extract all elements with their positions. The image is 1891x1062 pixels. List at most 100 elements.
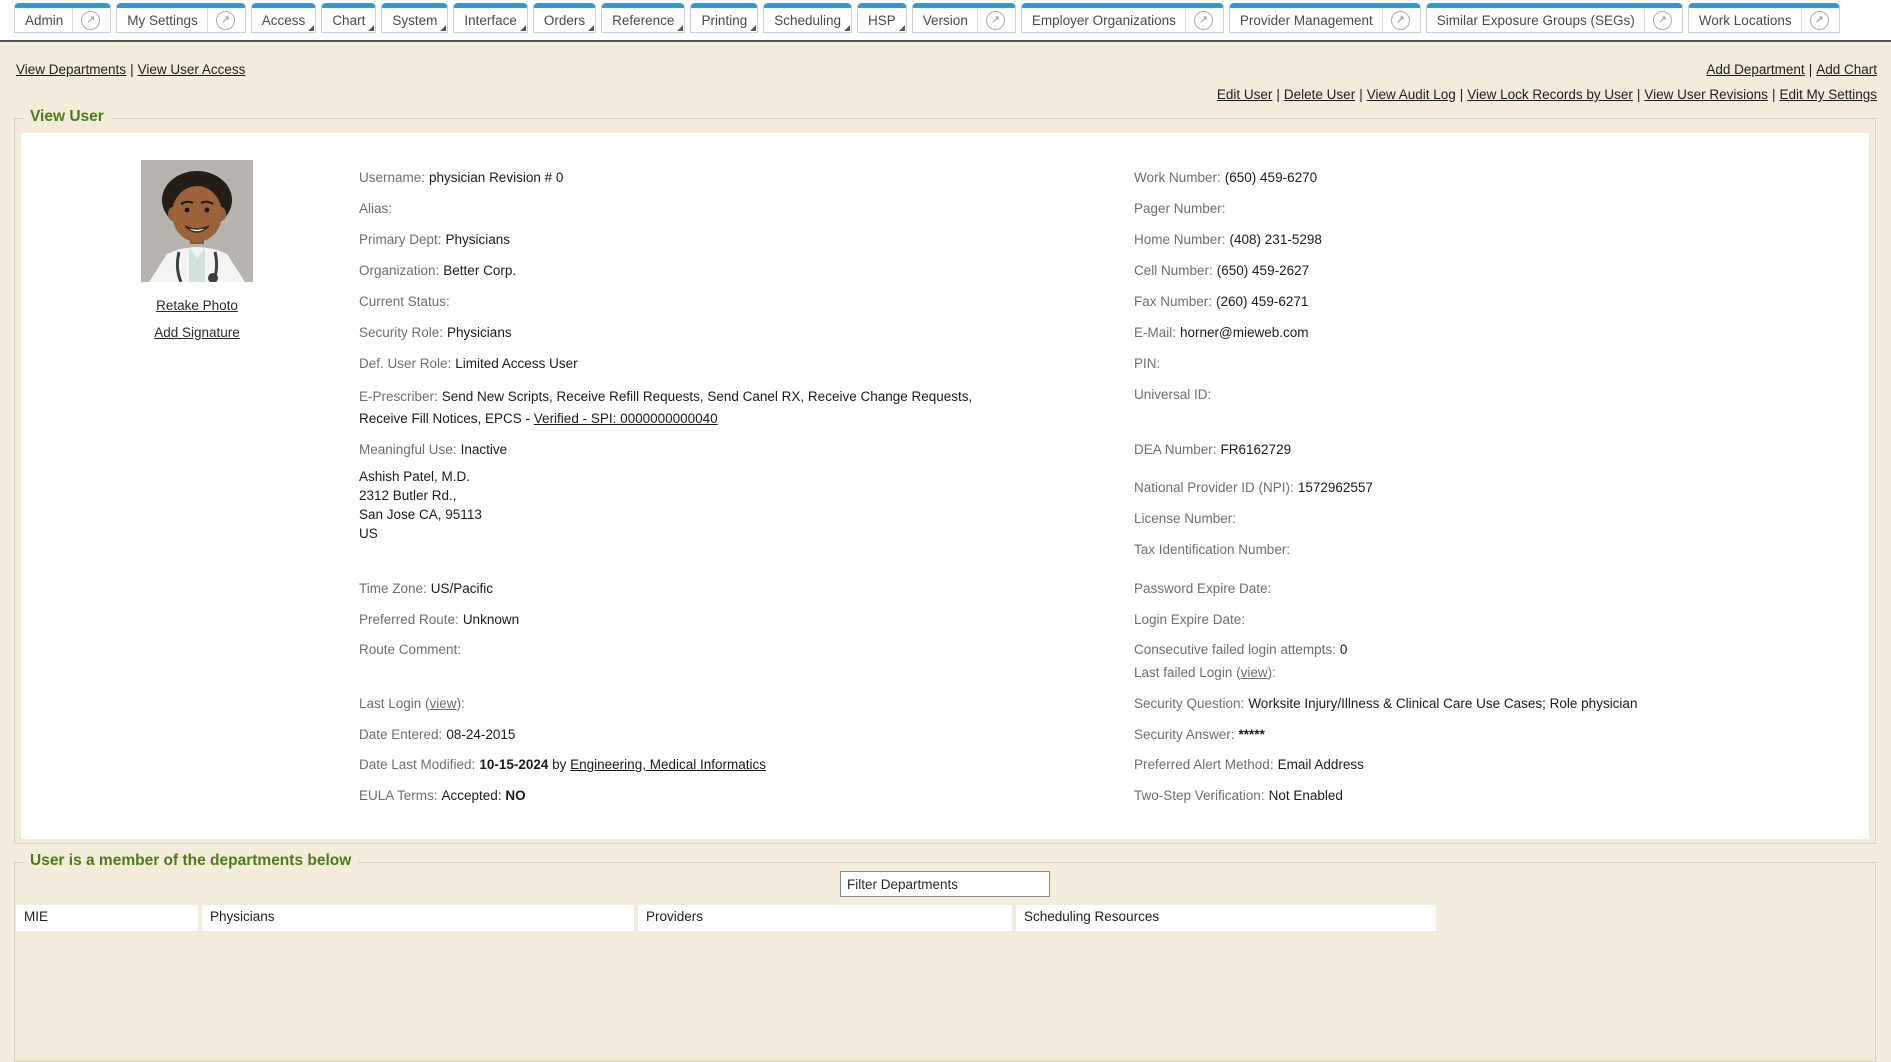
field-last-login: Last Login (view):: [359, 695, 465, 712]
tab-work-locations-popout[interactable]: ↗: [1801, 8, 1829, 32]
tab-access[interactable]: Access: [251, 3, 317, 33]
field-email: E-Mail:horner@mieweb.com: [1134, 324, 1309, 341]
dropdown-corner-icon: [750, 25, 756, 31]
link-view-user-revisions[interactable]: View User Revisions: [1644, 87, 1768, 102]
field-failed-login-attempts: Consecutive failed login attempts:0: [1134, 641, 1347, 658]
field-def-user-role: Def. User Role:Limited Access User: [359, 355, 578, 372]
link-add-chart[interactable]: Add Chart: [1816, 62, 1877, 77]
field-pager-number: Pager Number:: [1134, 200, 1230, 217]
link-epcs-verified-spi[interactable]: Verified - SPI: 0000000000040: [534, 411, 718, 426]
user-action-links: Edit User|Delete User|View Audit Log|Vie…: [1217, 87, 1877, 102]
external-link-icon: ↗: [986, 11, 1005, 30]
dropdown-corner-icon: [899, 25, 905, 31]
link-retake-photo[interactable]: Retake Photo: [156, 298, 238, 313]
link-edit-my-settings[interactable]: Edit My Settings: [1779, 87, 1877, 102]
field-alias: Alias:: [359, 200, 396, 217]
tab-admin-popout[interactable]: ↗: [72, 8, 100, 32]
field-preferred-route: Preferred Route:Unknown: [359, 611, 519, 628]
dropdown-corner-icon: [440, 25, 446, 31]
tab-work-locations[interactable]: Work Locations ↗: [1688, 3, 1840, 33]
external-link-icon: ↗: [1391, 11, 1410, 30]
link-view-user-access[interactable]: View User Access: [138, 62, 246, 77]
user-photo: [141, 160, 253, 282]
dropdown-corner-icon: [368, 25, 374, 31]
field-date-entered: Date Entered:08-24-2015: [359, 726, 515, 743]
department-cell[interactable]: Physicians: [202, 905, 634, 931]
tab-reference[interactable]: Reference: [601, 3, 685, 33]
field-current-status: Current Status:: [359, 293, 454, 310]
tab-provider-management[interactable]: Provider Management ↗: [1229, 3, 1421, 33]
tab-version-popout[interactable]: ↗: [977, 8, 1005, 32]
link-add-department[interactable]: Add Department: [1706, 62, 1804, 77]
field-username: Username:physician Revision # 0: [359, 169, 563, 186]
link-modified-by-user[interactable]: Engineering, Medical Informatics: [570, 757, 766, 772]
field-two-step-verification: Two-Step Verification:Not Enabled: [1134, 787, 1343, 804]
tab-provider-management-popout[interactable]: ↗: [1382, 8, 1410, 32]
field-e-prescriber: E-Prescriber:Send New Scripts, Receive R…: [359, 386, 977, 430]
dropdown-corner-icon: [844, 25, 850, 31]
field-pin: PIN:: [1134, 355, 1164, 372]
breadcrumb-links-left: View Departments|View User Access: [16, 62, 245, 77]
link-edit-user[interactable]: Edit User: [1217, 87, 1273, 102]
tab-my-settings[interactable]: My Settings ↗: [116, 3, 246, 33]
field-security-question: Security Question:Worksite Injury/Illnes…: [1134, 695, 1637, 712]
field-time-zone: Time Zone:US/Pacific: [359, 580, 493, 597]
tab-printing[interactable]: Printing: [690, 3, 758, 33]
tab-similar-exposure-groups-popout[interactable]: ↗: [1644, 8, 1672, 32]
add-links-right: Add Department|Add Chart: [1706, 62, 1877, 77]
departments-legend: User is a member of the departments belo…: [23, 852, 358, 870]
field-date-last-modified: Date Last Modified:10-15-2024 by Enginee…: [359, 756, 766, 773]
tab-employer-organizations-popout[interactable]: ↗: [1185, 8, 1213, 32]
tab-hsp[interactable]: HSP: [857, 3, 907, 33]
field-primary-dept: Primary Dept:Physicians: [359, 231, 510, 248]
department-cell[interactable]: Scheduling Resources: [1016, 905, 1436, 931]
external-link-icon: ↗: [1653, 11, 1672, 30]
field-login-expire-date: Login Expire Date:: [1134, 611, 1249, 628]
link-last-failed-login-view[interactable]: view: [1241, 665, 1268, 680]
external-link-icon: ↗: [1194, 11, 1213, 30]
tab-version[interactable]: Version ↗: [912, 3, 1016, 33]
tab-orders[interactable]: Orders: [533, 3, 596, 33]
tab-scheduling[interactable]: Scheduling: [763, 3, 852, 33]
field-last-failed-login: Last failed Login (view):: [1134, 664, 1276, 681]
tab-my-settings-popout[interactable]: ↗: [207, 8, 235, 32]
link-add-signature[interactable]: Add Signature: [154, 325, 240, 340]
link-last-login-view[interactable]: view: [430, 696, 457, 711]
field-meaningful-use: Meaningful Use:Inactive: [359, 441, 507, 458]
field-eula-terms: EULA Terms:Accepted: NO: [359, 787, 526, 804]
field-cell-number: Cell Number:(650) 459-2627: [1134, 262, 1309, 279]
link-delete-user[interactable]: Delete User: [1284, 87, 1355, 102]
field-work-number: Work Number:(650) 459-6270: [1134, 169, 1317, 186]
tab-interface[interactable]: Interface: [453, 3, 528, 33]
external-link-icon: ↗: [81, 11, 100, 30]
link-view-departments[interactable]: View Departments: [16, 62, 126, 77]
external-link-icon: ↗: [1810, 11, 1829, 30]
view-user-fieldset: View User Retake Photo Add Signature: [14, 118, 1876, 844]
field-tax-id: Tax Identification Number:: [1134, 541, 1294, 558]
department-cell[interactable]: MIE: [16, 905, 198, 931]
field-npi: National Provider ID (NPI):1572962557: [1134, 479, 1373, 496]
field-license-number: License Number:: [1134, 510, 1240, 527]
nav-tabs: Admin ↗ My Settings ↗ Access Chart Syste…: [14, 3, 1840, 33]
dropdown-corner-icon: [677, 25, 683, 31]
dropdown-corner-icon: [520, 25, 526, 31]
link-view-lock-records[interactable]: View Lock Records by User: [1467, 87, 1633, 102]
tab-admin[interactable]: Admin ↗: [14, 3, 111, 33]
field-security-role: Security Role:Physicians: [359, 324, 512, 341]
tab-chart[interactable]: Chart: [321, 3, 376, 33]
user-address-block: Ashish Patel, M.D. 2312 Butler Rd., San …: [359, 467, 482, 543]
departments-row: MIE Physicians Providers Scheduling Reso…: [16, 905, 1436, 931]
tab-system[interactable]: System: [381, 3, 448, 33]
filter-departments-input[interactable]: [840, 871, 1050, 897]
tab-similar-exposure-groups[interactable]: Similar Exposure Groups (SEGs) ↗: [1426, 3, 1683, 33]
field-preferred-alert-method: Preferred Alert Method:Email Address: [1134, 756, 1364, 773]
link-view-audit-log[interactable]: View Audit Log: [1367, 87, 1456, 102]
view-user-legend: View User: [23, 108, 111, 126]
tab-employer-organizations[interactable]: Employer Organizations ↗: [1021, 3, 1224, 33]
dropdown-corner-icon: [308, 25, 314, 31]
field-home-number: Home Number:(408) 231-5298: [1134, 231, 1322, 248]
field-security-answer: Security Answer:*****: [1134, 726, 1265, 743]
external-link-icon: ↗: [216, 11, 235, 30]
field-fax-number: Fax Number:(260) 459-6271: [1134, 293, 1308, 310]
department-cell[interactable]: Providers: [638, 905, 1012, 931]
